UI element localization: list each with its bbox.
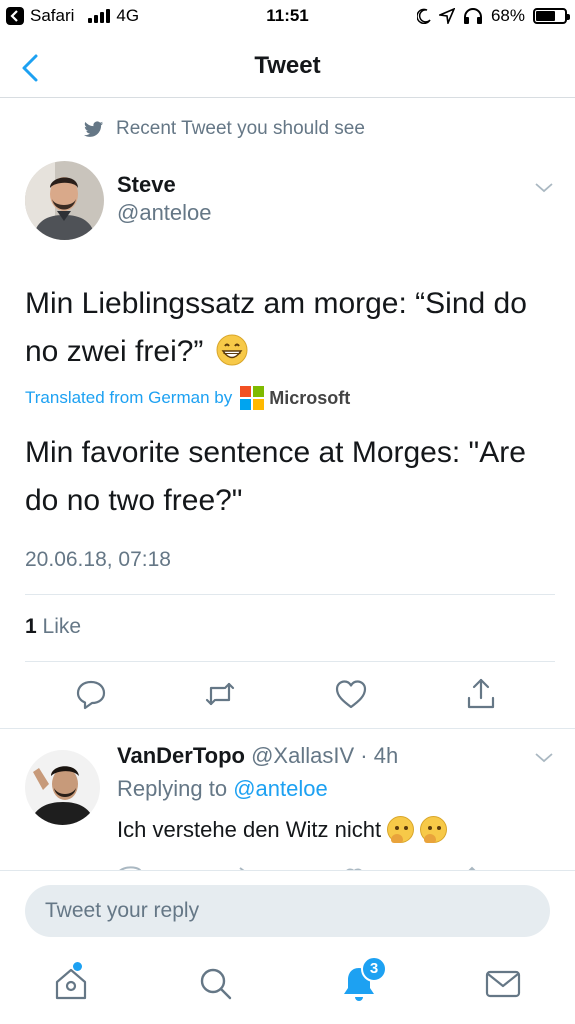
tab-notifications[interactable]: 3: [337, 956, 387, 1006]
twitter-bird-icon: [84, 120, 104, 137]
tab-bar: 3: [0, 952, 575, 1024]
tweet-timestamp: 20.06.18, 07:18: [25, 548, 171, 571]
replying-to-link[interactable]: @anteloe: [233, 776, 328, 801]
reply-text-content: Ich verstehe den Witz nicht: [117, 816, 382, 842]
thinking-face-icon: [420, 816, 448, 843]
replying-prefix: Replying to: [117, 776, 228, 801]
nav-bar: Tweet: [0, 34, 575, 98]
reply-author-avatar[interactable]: [25, 750, 100, 825]
like-count-value: 1: [25, 615, 37, 638]
battery-percent: 68%: [490, 6, 525, 25]
retweet-icon[interactable]: [202, 676, 238, 712]
chevron-down-icon[interactable]: [532, 746, 556, 770]
author-handle[interactable]: @anteloe: [117, 200, 212, 226]
status-bar: Safari 4G 11:51 68%: [0, 0, 575, 34]
reply-input[interactable]: [25, 885, 550, 937]
replying-to: Replying to @anteloe: [117, 776, 328, 802]
chevron-down-icon[interactable]: [532, 176, 556, 200]
reply-author-name[interactable]: VanDerTopo: [117, 743, 245, 768]
search-icon[interactable]: [194, 962, 238, 1006]
headphones-icon: [463, 8, 482, 24]
likes-count[interactable]: 1 Like: [25, 615, 81, 639]
translated-prefix[interactable]: Translated from German by: [25, 388, 232, 408]
recent-tweet-text: Recent Tweet you should see: [116, 118, 365, 139]
reply-age: 4h: [373, 743, 399, 768]
battery-icon: [533, 8, 570, 24]
home-notification-dot: [73, 962, 82, 971]
share-icon[interactable]: [463, 676, 499, 712]
recent-tweet-label: Recent Tweet you should see: [84, 118, 365, 140]
home-icon[interactable]: [49, 962, 93, 1006]
reply-author-handle[interactable]: @XallasIV: [251, 743, 354, 768]
divider: [25, 661, 555, 662]
tab-search[interactable]: [194, 962, 238, 1006]
author-name[interactable]: Steve: [117, 172, 176, 198]
translated-text: Min favorite sentence at Morges: "Are do…: [25, 436, 526, 517]
microsoft-logo-icon: [240, 386, 265, 410]
translator-name: Microsoft: [269, 387, 351, 408]
messages-icon[interactable]: [481, 962, 525, 1006]
reply-separator: ·: [360, 743, 368, 768]
tab-messages[interactable]: [481, 962, 525, 1006]
reply-text: Ich verstehe den Witz nicht: [117, 816, 448, 843]
divider: [25, 594, 555, 595]
heart-icon[interactable]: [333, 676, 369, 712]
reply-button[interactable]: [73, 676, 109, 712]
like-label: Like: [42, 615, 82, 638]
grinning-face-icon: [216, 334, 248, 366]
location-icon: [438, 8, 455, 24]
reply-header: VanDerTopo @XallasIV · 4h: [117, 743, 398, 769]
page-title: Tweet: [254, 52, 321, 79]
moon-icon: [416, 8, 431, 24]
tweet-text: Min Lieblingssatz am morge: “Sind do no …: [25, 280, 555, 376]
author-avatar[interactable]: [25, 161, 104, 240]
translation-attribution: Translated from German by Microsoft: [25, 386, 350, 410]
retweet-button[interactable]: [202, 676, 238, 712]
microsoft-attribution: Microsoft: [240, 386, 350, 410]
share-button[interactable]: [463, 676, 499, 712]
reply-composer: [0, 870, 575, 952]
reply-icon[interactable]: [73, 676, 109, 712]
tweet-text-content: Min Lieblingssatz am morge: “Sind do no …: [25, 287, 527, 368]
notifications-badge: 3: [361, 956, 387, 982]
like-button[interactable]: [333, 676, 369, 712]
tab-home[interactable]: [49, 962, 93, 1006]
divider: [0, 728, 575, 729]
thinking-face-icon: [387, 816, 415, 843]
